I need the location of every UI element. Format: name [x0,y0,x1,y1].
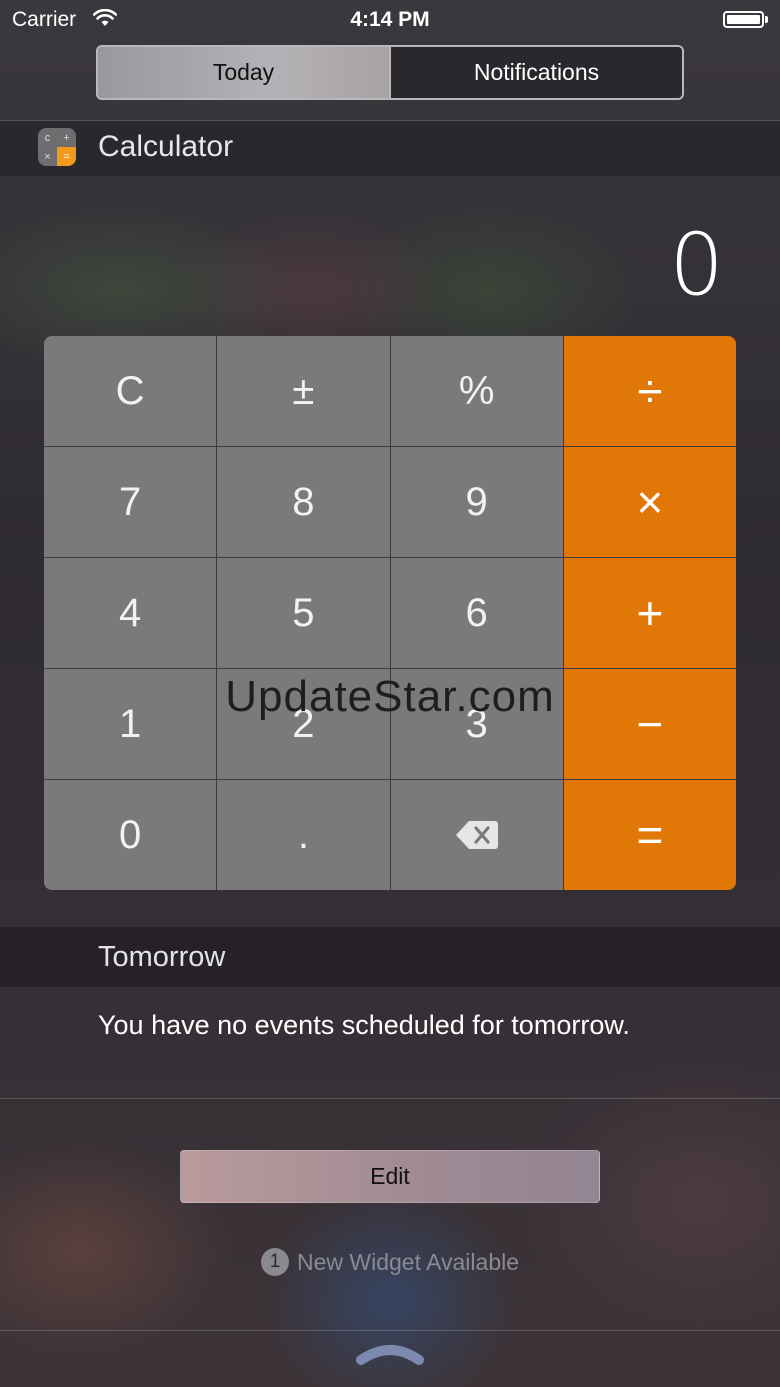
calculator-display: 0 [669,215,724,315]
edit-button[interactable]: Edit [180,1150,600,1203]
new-widget-label: New Widget Available [296,1248,520,1275]
icon-glyph: × [38,147,57,166]
backspace-icon [455,820,499,850]
tomorrow-events-message: You have no events scheduled for tomorro… [98,1010,630,1040]
key-equals[interactable]: = [563,780,736,890]
tomorrow-widget-title: Tomorrow [98,941,226,973]
key-6[interactable]: 6 [390,558,563,668]
battery-tip [765,16,768,23]
key-0[interactable]: 0 [44,780,217,890]
key-percent[interactable]: % [390,336,563,446]
key-plus-minus[interactable]: ± [217,336,390,446]
key-clear[interactable]: C [44,336,217,446]
calculator-app-icon[interactable]: c + × = [38,128,76,166]
key-subtract[interactable]: − [563,669,736,779]
status-bar: Carrier 4:14 PM [0,0,780,40]
divider [0,1098,780,1099]
key-8[interactable]: 8 [217,447,390,557]
key-7[interactable]: 7 [44,447,217,557]
key-1[interactable]: 1 [44,669,217,779]
key-divide[interactable]: ÷ [563,336,736,446]
key-4[interactable]: 4 [44,558,217,668]
battery-icon [723,11,764,28]
tab-today[interactable]: Today [98,47,389,98]
key-2[interactable]: 2 [217,669,390,779]
view-segmented-control: Today Notifications [96,45,684,100]
key-decimal[interactable]: . [217,780,390,890]
icon-glyph: = [57,147,76,166]
key-add[interactable]: + [563,558,736,668]
key-multiply[interactable]: × [563,447,736,557]
key-9[interactable]: 9 [390,447,563,557]
calculator-widget-title[interactable]: Calculator [98,130,233,164]
status-time: 4:14 PM [350,8,430,31]
key-3[interactable]: 3 [390,669,563,779]
tab-notifications[interactable]: Notifications [389,47,682,98]
chevron-up-icon[interactable] [355,1342,425,1373]
key-5[interactable]: 5 [217,558,390,668]
divider [0,1330,780,1331]
icon-glyph: + [57,128,76,147]
calculator-keypad: C ± % ÷ 7 8 9 × 4 5 6 + 1 2 3 − 0 . = [44,336,736,890]
key-backspace[interactable] [390,780,563,890]
new-widget-count-badge: 1 [260,1248,289,1276]
icon-glyph: c [38,128,57,147]
new-widget-notice[interactable]: 1 New Widget Available [0,1248,780,1276]
